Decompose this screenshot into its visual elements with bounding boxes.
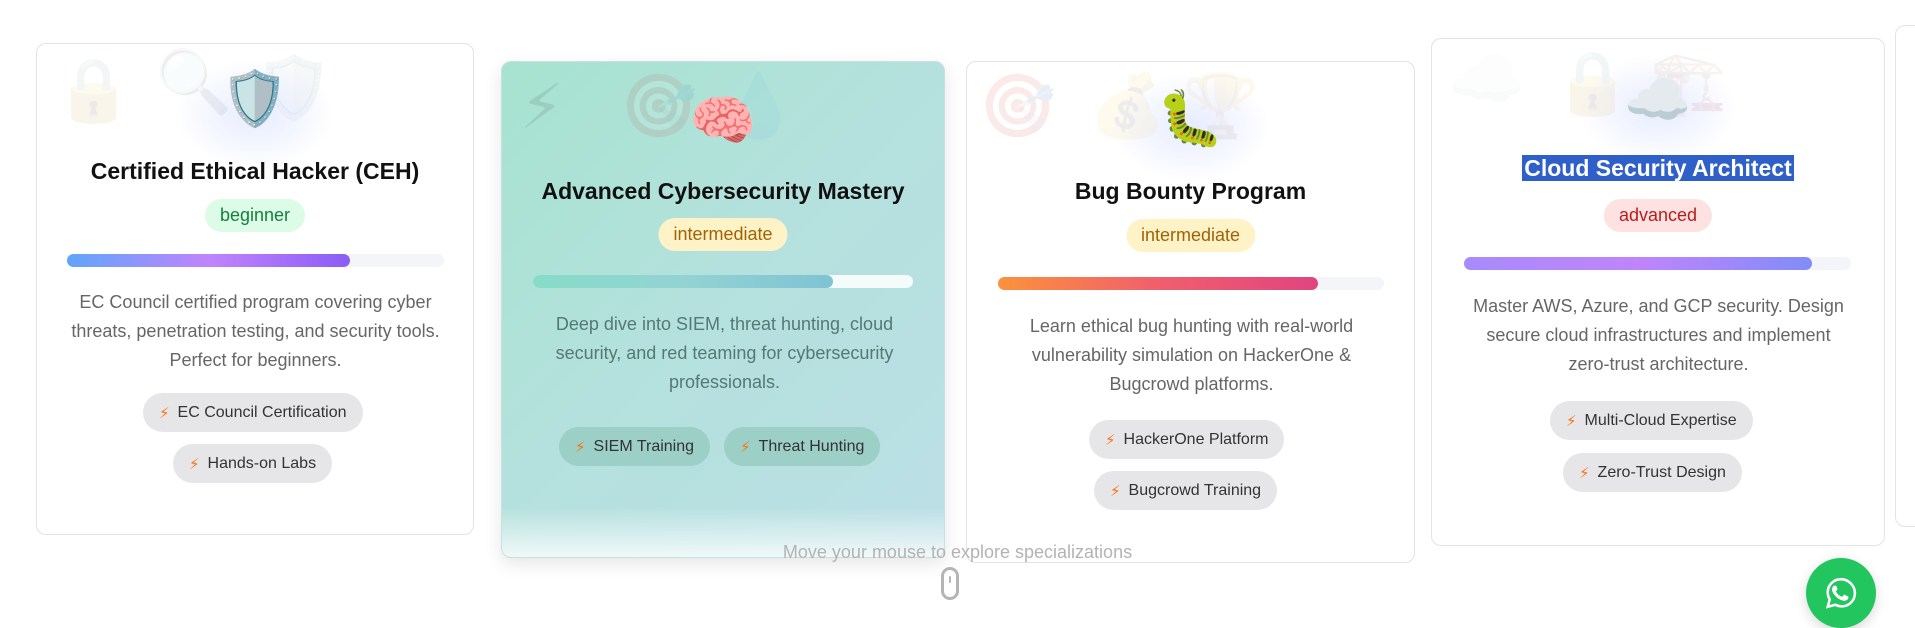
card-title-text: Cloud Security Architect [1522,155,1794,181]
card-description: Master AWS, Azure, and GCP security. Des… [1473,296,1844,374]
bolt-icon: ⚡ [575,438,586,456]
bolt-icon: ⚡ [1579,464,1590,482]
bolt-icon: ⚡ [1110,482,1121,500]
mouse-scroll-icon [941,567,959,600]
progress-track [998,277,1384,290]
card-title: Bug Bounty Program [1074,178,1307,204]
lightning-icon: ⚡ [520,73,564,142]
tag-threat-hunting: ⚡ Threat Hunting [724,427,881,466]
target-icon: 🎯 [620,72,698,141]
bug-icon: 🐛 [1156,89,1225,149]
tag-multi-cloud: ⚡ Multi-Cloud Expertise [1550,401,1753,440]
tag-label: SIEM Training [593,437,695,455]
shield-icon: 🛡️ [221,69,289,129]
level-badge: intermediate [658,218,788,251]
tag-label: Multi-Cloud Expertise [1584,411,1737,429]
cloud-icon: ☁️ [1624,70,1692,130]
explore-hint: Move your mouse to explore specializatio… [782,542,1133,562]
bolt-icon: ⚡ [740,438,751,456]
level-badge: intermediate [1125,219,1256,252]
card-description: Learn ethical bug hunting with real-worl… [1029,316,1354,394]
tag-hands-on-labs: ⚡ Hands-on Labs [173,444,333,483]
tag-siem-training: ⚡ SIEM Training [559,427,711,466]
level-badge: beginner [204,199,306,232]
tag-label: Threat Hunting [758,437,865,455]
tag-label: Hands-on Labs [207,454,317,472]
tag-label: Zero-Trust Design [1597,463,1726,481]
target-icon: 🎯 [979,72,1057,141]
whatsapp-icon [1825,577,1857,609]
card-title: Cloud Security Architect [1432,155,1884,182]
progress-track [1464,257,1851,270]
tag-label: Bugcrowd Training [1128,481,1262,499]
card-title: Certified Ethical Hacker (CEH) [90,158,420,184]
level-badge: advanced [1603,199,1713,232]
bolt-icon: ⚡ [189,455,200,473]
course-card-advanced[interactable]: ⚡ 🎯 💧 🧠 Advanced Cybersecurity Mastery i… [501,61,945,558]
brain-icon: 🧠 [689,91,757,151]
bolt-icon: ⚡ [1566,412,1577,430]
bolt-icon: ⚡ [1105,431,1116,449]
progress-fill [1464,257,1813,270]
tag-zero-trust: ⚡ Zero-Trust Design [1563,453,1742,492]
tag-hackerone: ⚡ HackerOne Platform [1089,420,1285,459]
cloud-bg-icon: ☁️ [1448,45,1526,114]
card-title: Advanced Cybersecurity Mastery [541,178,905,204]
whatsapp-button[interactable] [1806,558,1876,628]
card-description: EC Council certified program covering cy… [71,292,440,370]
progress-fill [998,277,1319,290]
progress-fill [533,275,834,288]
tag-ec-council: ⚡ EC Council Certification [143,393,363,432]
course-card-ceh[interactable]: 🔒 🔍 🛡️ 🛡️ Certified Ethical Hacker (CEH)… [36,43,474,535]
card-description: Deep dive into SIEM, threat hunting, clo… [555,314,894,392]
tag-label: HackerOne Platform [1123,430,1269,448]
course-card-cloud[interactable]: ☁️ 🔒 🏗️ ☁️ Cloud Security Architect adva… [1431,38,1885,546]
course-card-bug-bounty[interactable]: 🎯 💰 🏆 🐛 Bug Bounty Program intermediate … [966,61,1415,563]
tag-label: EC Council Certification [177,403,347,421]
next-card-edge[interactable] [1895,25,1915,527]
tag-bugcrowd: ⚡ Bugcrowd Training [1094,471,1278,510]
progress-track [67,254,444,267]
progress-fill [67,254,350,267]
progress-track [533,275,913,288]
bolt-icon: ⚡ [159,404,170,422]
lock-icon: 🔒 [55,56,133,125]
